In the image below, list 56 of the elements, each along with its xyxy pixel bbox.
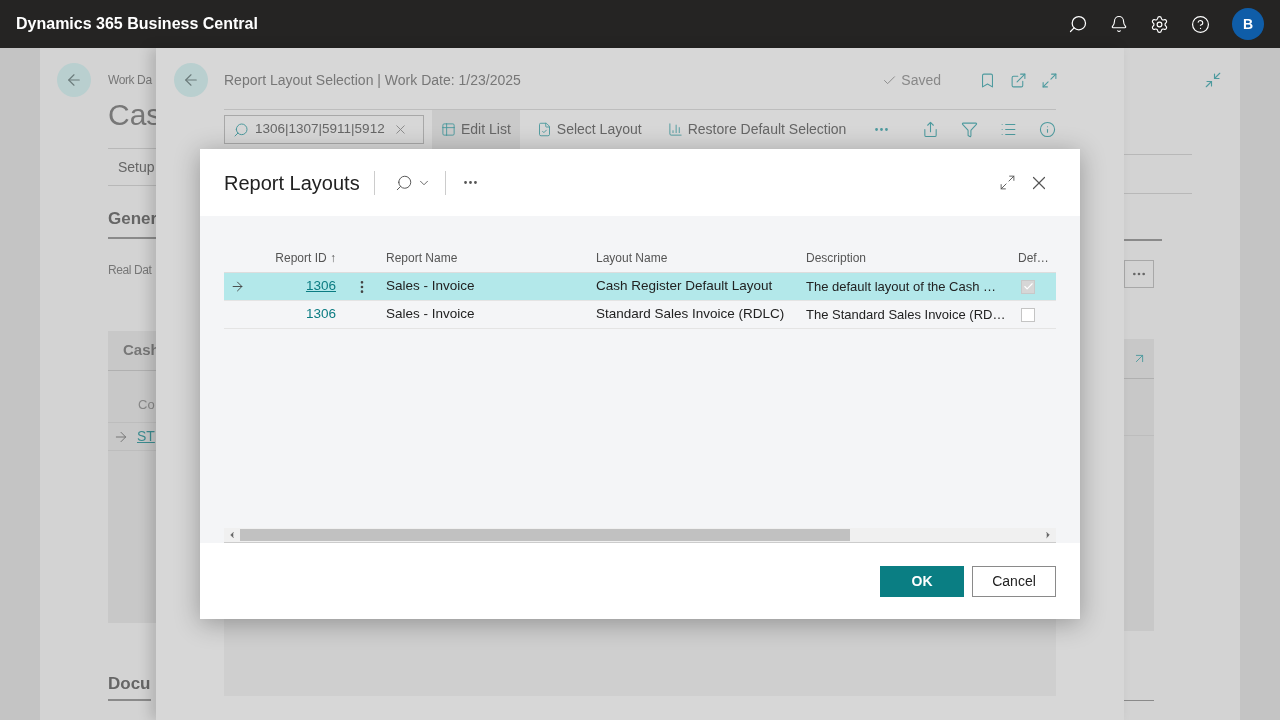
row-arrow-icon (230, 279, 245, 294)
info-icon[interactable] (1039, 121, 1056, 138)
bar-chart-icon (667, 122, 683, 137)
app-title: Dynamics 365 Business Central (16, 14, 258, 34)
table-cell: Sales - Invoice (386, 306, 475, 322)
table-cell: Sales - Invoice (386, 278, 475, 294)
table-edit-icon (441, 122, 456, 137)
dialog-title: Report Layouts (224, 170, 360, 196)
column-header: Co (137, 395, 156, 414)
saved-status: Saved (901, 70, 941, 90)
scrollbar-thumb[interactable] (240, 529, 850, 541)
table-cell: Standard Sales Invoice (RDLC) (596, 306, 785, 322)
back-button[interactable] (174, 63, 208, 97)
report-id-link[interactable]: 1306 (305, 276, 336, 297)
collapse-icon[interactable] (1204, 71, 1222, 89)
table-cell: Cash Register Default Layout (596, 278, 773, 294)
expand-icon[interactable] (999, 174, 1016, 191)
table-cell: The Standard Sales Invoice (RD… (806, 306, 1006, 322)
toolbar-action[interactable]: Restore Default Selection (658, 109, 856, 150)
search-button[interactable] (394, 173, 431, 192)
search-input[interactable]: 1306|1307|5911|5912 (255, 119, 387, 140)
column-header[interactable]: Layout Name (596, 251, 668, 265)
user-avatar[interactable]: B (1232, 8, 1264, 40)
cancel-button[interactable]: Cancel (972, 565, 1056, 597)
tab-label: Setup (118, 157, 155, 177)
scroll-right-icon[interactable] (1043, 530, 1053, 540)
scroll-left-icon[interactable] (227, 530, 237, 540)
column-header[interactable]: Def… (1018, 251, 1049, 265)
column-header[interactable]: Description (806, 251, 867, 265)
bookmark-icon[interactable] (979, 71, 996, 89)
column-header[interactable]: Report ID ↑ (275, 249, 336, 267)
field-label: Real Dat (108, 261, 152, 279)
help-icon[interactable] (1191, 14, 1210, 34)
popout-icon[interactable] (1010, 71, 1027, 89)
report-id-link[interactable]: 1306 (305, 304, 336, 325)
filter-icon[interactable] (961, 121, 978, 138)
document-icon (536, 122, 552, 137)
breadcrumb-text: Work Da (108, 72, 152, 89)
share-icon[interactable] (922, 121, 939, 138)
page-title: Report Layout Selection | Work Date: 1/23/2025 (224, 70, 521, 90)
toolbar-action[interactable]: Edit List (432, 109, 520, 150)
search-icon (233, 121, 249, 138)
section-heading: Docu (108, 670, 151, 701)
search-box[interactable]: 1306|1307|5911|5912 (224, 115, 424, 144)
more-button[interactable] (1124, 260, 1154, 288)
back-button[interactable] (57, 63, 91, 97)
search-icon[interactable] (1068, 14, 1088, 34)
clear-icon[interactable] (393, 122, 408, 137)
toolbar-action[interactable]: Select Layout (527, 109, 651, 150)
settings-icon[interactable] (1150, 14, 1169, 34)
column-header[interactable]: Report Name (386, 251, 458, 265)
list-icon[interactable] (1000, 121, 1017, 138)
search-icon (394, 173, 413, 192)
notification-bell-icon[interactable] (1110, 15, 1128, 33)
table-cell: The default layout of the Cash … (806, 278, 997, 294)
ok-button[interactable]: OK (880, 565, 964, 597)
